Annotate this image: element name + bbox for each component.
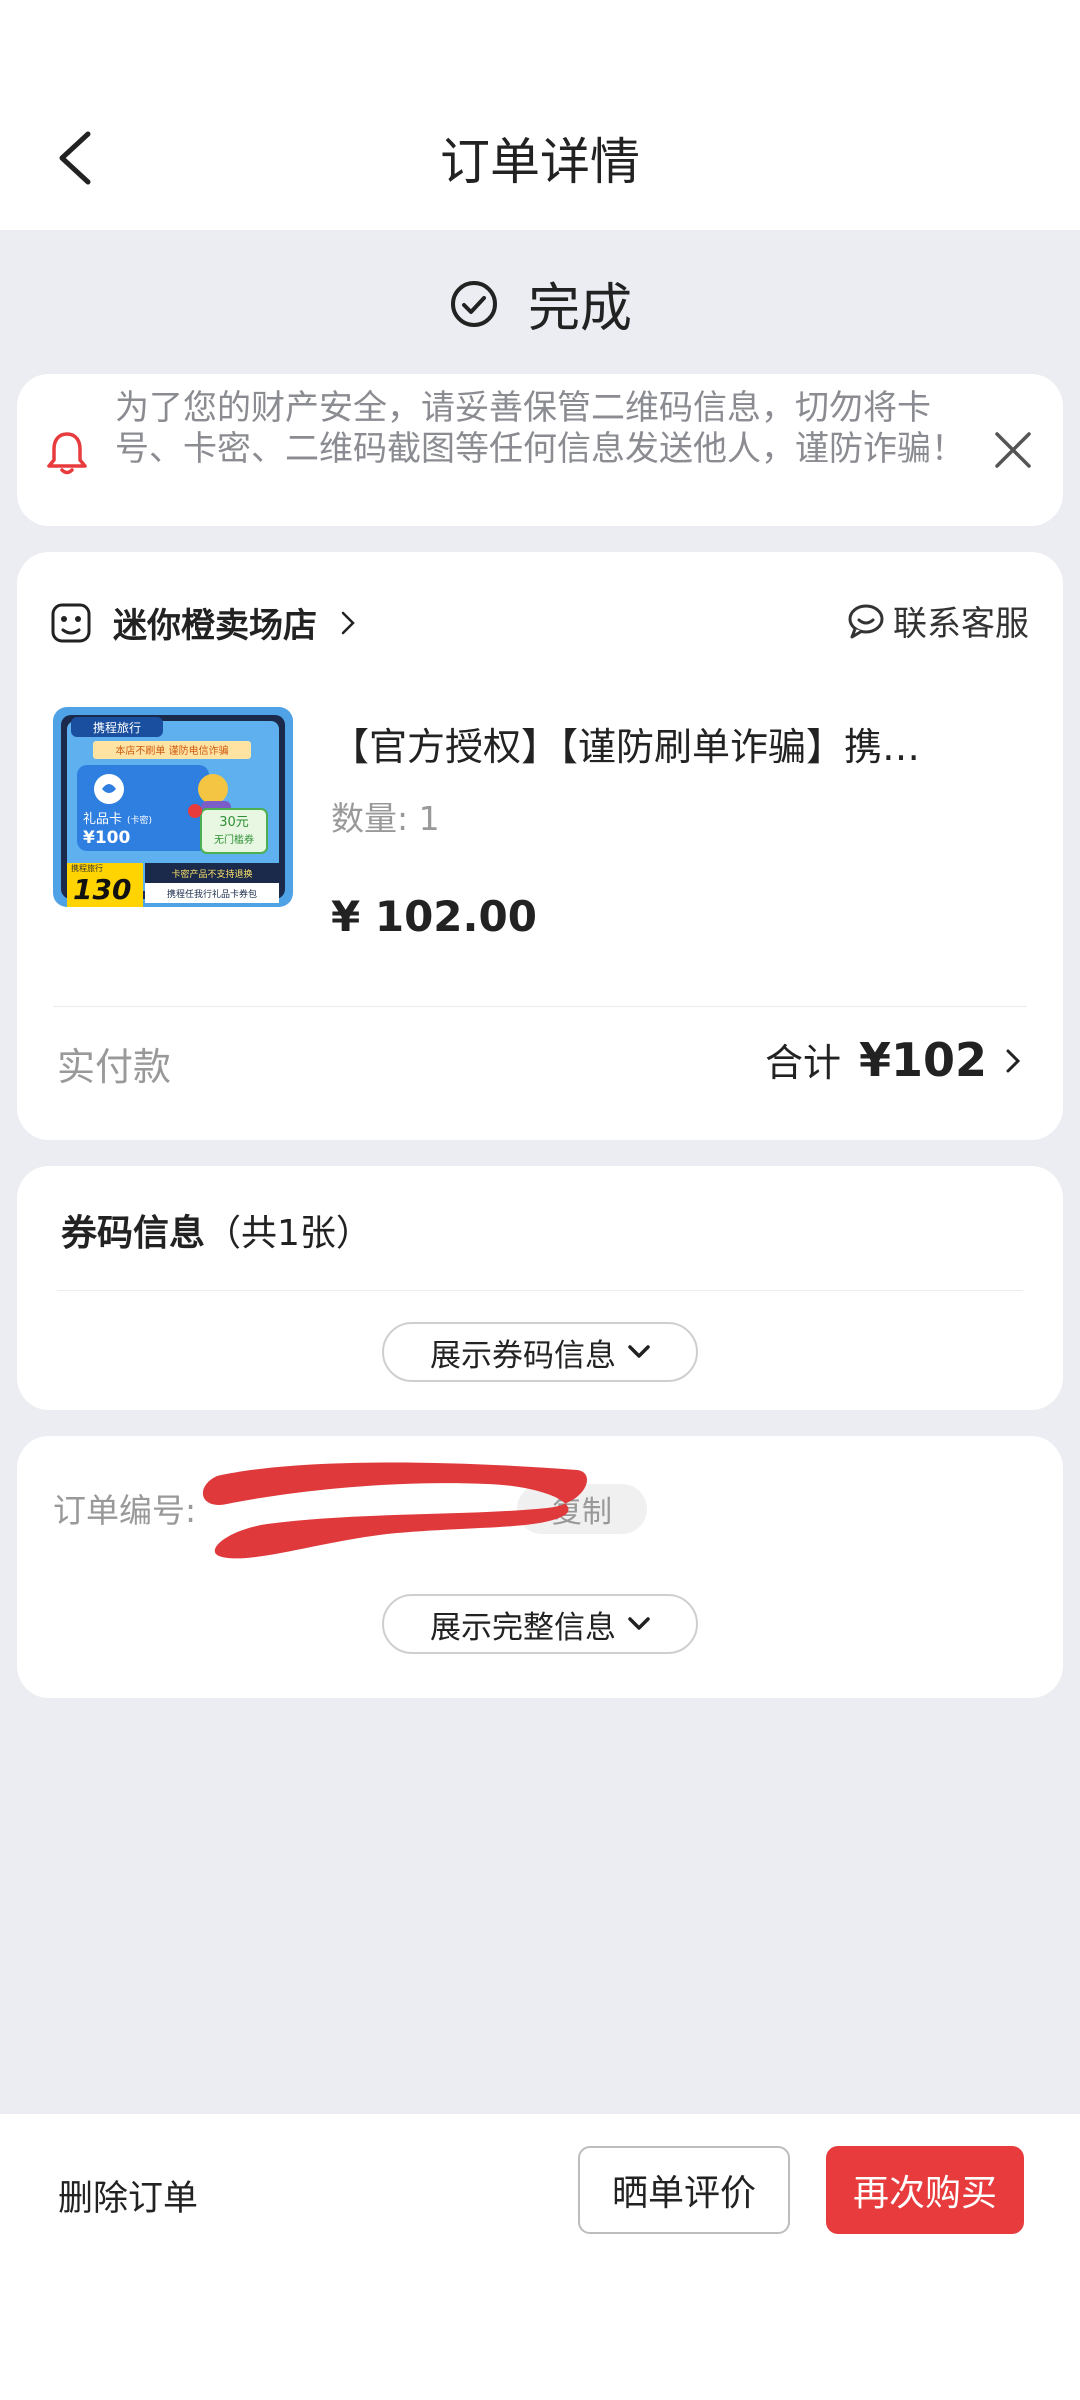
warn1-text: 卡密产品不支持退换 [171, 868, 252, 880]
coupon-title-label: 券码信息 [61, 1213, 206, 1254]
chevron-right-icon [341, 611, 355, 634]
chevron-down-icon [628, 1345, 650, 1358]
price-130-text: 130 [73, 873, 131, 906]
card-value: ¥100 [83, 828, 130, 848]
shop-name: 迷你橙卖场店 [113, 606, 317, 646]
brand-text: 携程旅行 [93, 720, 141, 735]
order-item-card: 迷你橙卖场店 联系客服 携程旅行 本店不刷单 谨防电信诈骗 礼品卡 (卡密) ¥… [17, 552, 1063, 1140]
coupon-title-count: （共1张） [205, 1213, 372, 1254]
bell-icon [47, 432, 87, 475]
buy-again-button[interactable]: 再次购买 [826, 2146, 1024, 2234]
order-status: 完成 [0, 266, 1080, 341]
product-quantity: 数量: 1 [331, 799, 440, 838]
status-text: 完成 [527, 279, 632, 339]
show-coupon-label: 展示券码信息 [430, 1337, 616, 1374]
card-label: 礼品卡 [83, 811, 122, 827]
close-icon[interactable] [993, 430, 1033, 470]
shop-avatar-icon [51, 603, 91, 642]
delete-order-button[interactable]: 删除订单 [58, 2170, 198, 2221]
show-coupon-button[interactable]: 展示券码信息 [382, 1322, 698, 1382]
product-image[interactable]: 携程旅行 本店不刷单 谨防电信诈骗 礼品卡 (卡密) ¥100 30元 无门槛券… [53, 707, 293, 907]
security-notice: 为了您的财产安全，请妥善保管二维码信息，切勿将卡号、卡密、二维码截图等任何信息发… [17, 374, 1063, 526]
paid-label: 实付款 [57, 1045, 172, 1089]
order-number-label: 订单编号: [53, 1491, 197, 1530]
check-circle-icon [450, 280, 497, 327]
banner-text: 本店不刷单 谨防电信诈骗 [115, 744, 228, 757]
total-amount[interactable]: 合计 ¥102 [765, 1032, 1021, 1087]
coupon-value-text: 30元 [219, 815, 249, 830]
warn2-text: 携程任我行礼品卡券包 [167, 888, 257, 900]
coupon-desc-text: 无门槛券 [214, 833, 254, 846]
contact-service-button[interactable]: 联系客服 [847, 596, 1029, 645]
divider [53, 1006, 1027, 1007]
contact-service-label: 联系客服 [893, 604, 1029, 644]
bottom-action-bar: 删除订单 晒单评价 再次购买 [0, 2114, 1080, 2400]
total-value: ¥102 [858, 1033, 987, 1087]
order-info-card: 订单编号: 复制 展示完整信息 [17, 1436, 1063, 1698]
divider [57, 1290, 1023, 1291]
chat-bubble-icon [848, 604, 884, 638]
show-full-info-label: 展示完整信息 [430, 1609, 616, 1646]
shop-link[interactable]: 迷你橙卖场店 [51, 598, 357, 647]
notice-text: 为了您的财产安全，请妥善保管二维码信息，切勿将卡号、卡密、二维码截图等任何信息发… [115, 388, 965, 469]
product-title[interactable]: 【官方授权】【谨防刷单诈骗】携… [331, 716, 1021, 771]
coupon-title: 券码信息（共1张） [61, 1204, 372, 1256]
card-sub-label: (卡密) [127, 814, 152, 826]
show-full-info-button[interactable]: 展示完整信息 [382, 1594, 698, 1654]
page-title: 订单详情 [440, 133, 640, 191]
review-button[interactable]: 晒单评价 [578, 2146, 790, 2234]
buy-again-label: 再次购买 [852, 2173, 997, 2214]
product-price: ¥ 102.00 [331, 892, 537, 941]
review-label: 晒单评价 [611, 2173, 756, 2214]
chevron-right-icon [1006, 1049, 1021, 1073]
redaction-scribble [202, 1462, 587, 1559]
header-bar: 订单详情 [0, 0, 1080, 230]
coupon-info-card: 券码信息（共1张） 展示券码信息 [17, 1166, 1063, 1410]
chevron-down-icon [628, 1617, 650, 1630]
total-label: 合计 [764, 1041, 841, 1085]
badge-top-text: 携程旅行 [71, 863, 103, 873]
